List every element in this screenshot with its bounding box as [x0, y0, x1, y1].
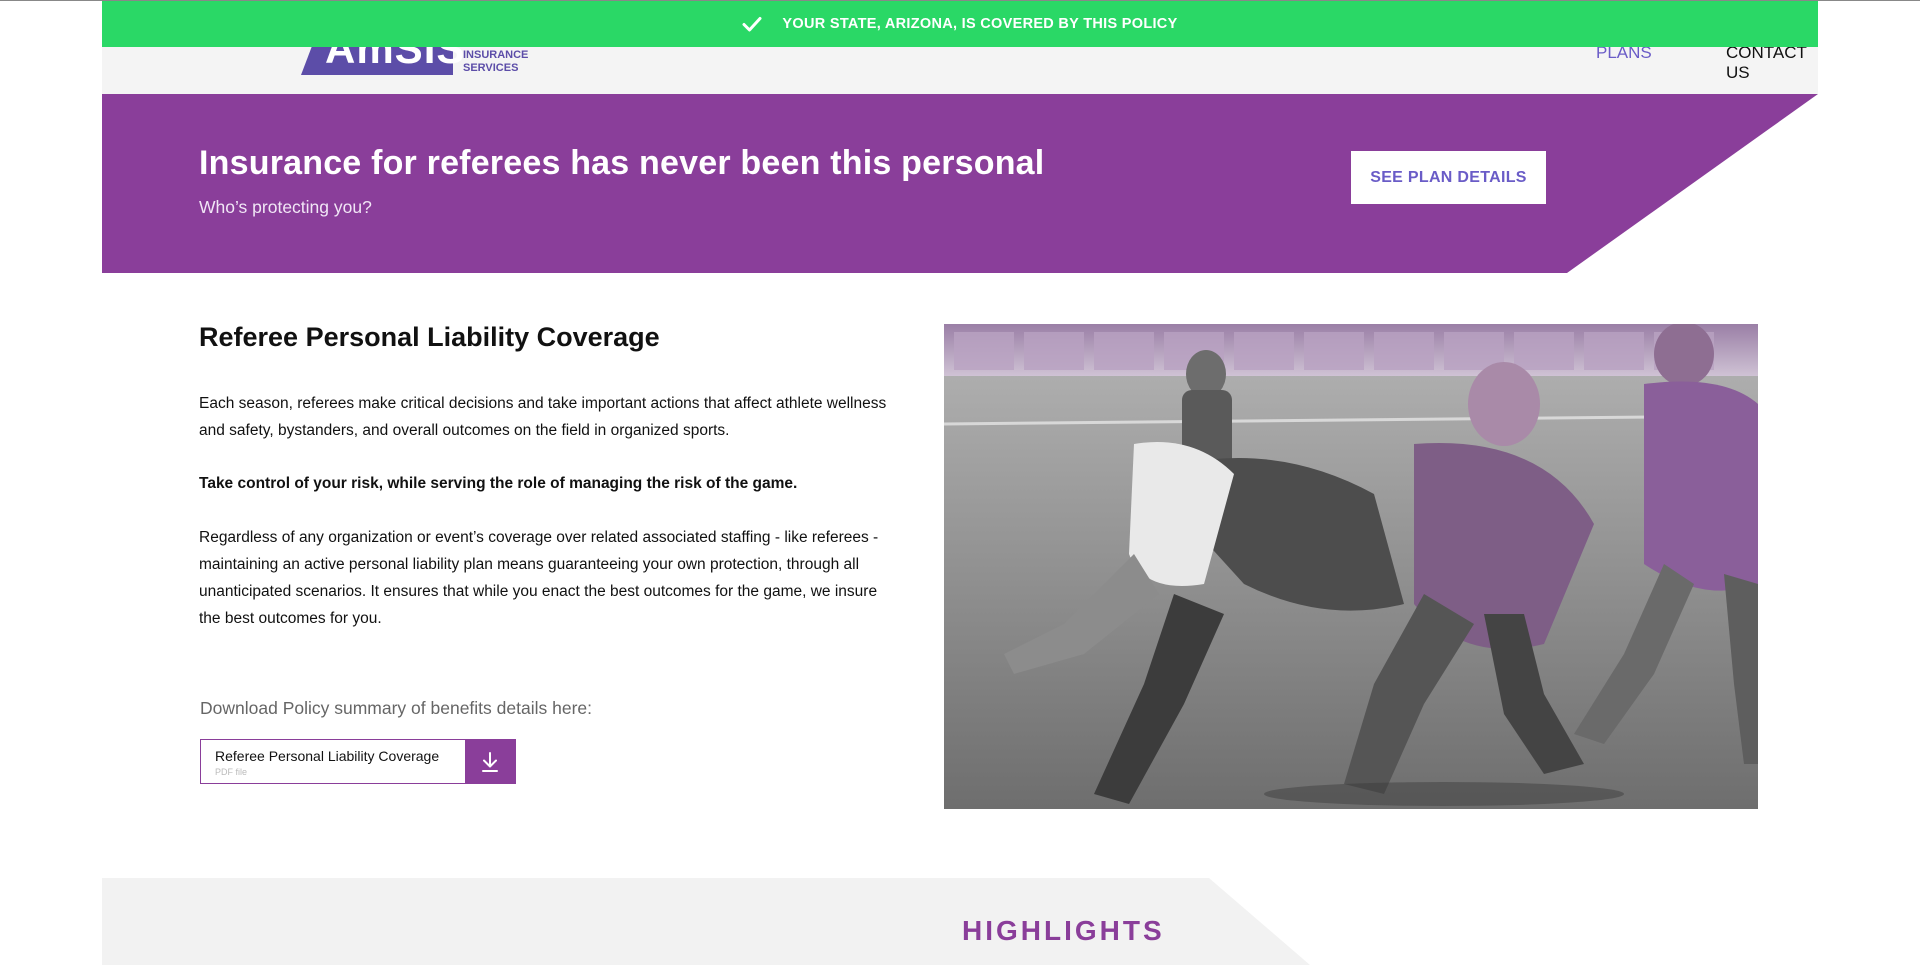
hero-background-shape [102, 94, 1818, 273]
intro-paragraph: Each season, referees make critical deci… [199, 395, 887, 439]
emphasis-paragraph: Take control of your risk, while serving… [199, 475, 798, 492]
download-file-type: PDF file [215, 767, 248, 777]
state-coverage-banner: YOUR STATE, ARIZONA, IS COVERED BY THIS … [102, 1, 1818, 47]
detail-paragraph: Regardless of any organization or event’… [199, 529, 879, 627]
check-icon [742, 17, 762, 32]
download-icon [482, 751, 498, 772]
highlights-title: HIGHLIGHTS [962, 915, 1165, 946]
coverage-section: Referee Personal Liability Coverage [199, 322, 889, 353]
highlights-background-shape [102, 878, 1310, 965]
download-button[interactable] [465, 740, 515, 783]
logo-subtitle: INSURANCE SERVICES [463, 49, 583, 75]
nav-contact-us[interactable]: CONTACT US [1726, 43, 1818, 83]
pdf-download-link[interactable]: Referee Personal Liability Coverage PDF … [200, 739, 516, 784]
download-label: Download Policy summary of benefits deta… [200, 698, 592, 718]
hero-banner: Insurance for referees has never been th… [102, 94, 1818, 273]
logo-sub-line-2: SERVICES [463, 62, 519, 74]
download-file-name: Referee Personal Liability Coverage [215, 748, 440, 764]
banner-text: YOUR STATE, ARIZONA, IS COVERED BY THIS … [782, 16, 1178, 32]
logo-sub-line-1: INSURANCE [463, 49, 529, 61]
rugby-tackle-photo [944, 324, 1758, 809]
see-plan-details-button[interactable]: SEE PLAN DETAILS [1351, 151, 1546, 204]
hero-subtitle: Who’s protecting you? [199, 197, 372, 217]
section-title: Referee Personal Liability Coverage [199, 322, 660, 352]
hero-title: Insurance for referees has never been th… [199, 144, 1045, 182]
highlights-section: HIGHLIGHTS [102, 878, 1818, 965]
